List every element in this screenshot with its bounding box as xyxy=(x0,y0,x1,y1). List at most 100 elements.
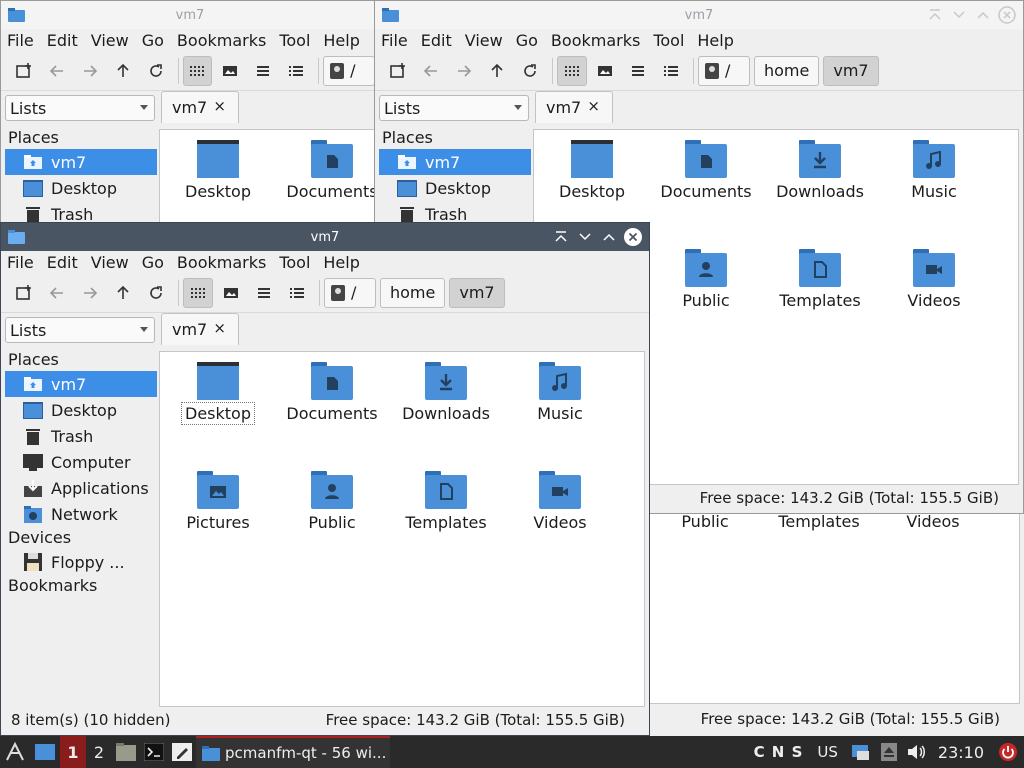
up-button[interactable] xyxy=(482,56,512,86)
menu-bookmarks[interactable]: Bookmarks xyxy=(177,253,266,272)
breadcrumb-home[interactable]: home xyxy=(754,55,820,86)
menu-tool[interactable]: Tool xyxy=(279,31,310,50)
file-manager-launcher[interactable] xyxy=(112,736,140,768)
menu-bookmarks[interactable]: Bookmarks xyxy=(551,31,640,50)
breadcrumb-current[interactable]: vm7 xyxy=(823,55,879,86)
detailed-view-button[interactable] xyxy=(656,56,686,86)
sidebar-item-vm7[interactable]: vm7 xyxy=(5,371,157,397)
file-item-desktop[interactable]: Desktop xyxy=(537,140,647,201)
folder-view[interactable]: Desktop Documents Downloads Music Pictur… xyxy=(159,351,645,707)
breadcrumb-root[interactable]: / xyxy=(323,55,376,86)
sidebar-item-vm7[interactable]: vm7 xyxy=(379,149,531,175)
menu-edit[interactable]: Edit xyxy=(421,31,452,50)
file-item-videos[interactable]: Videos xyxy=(505,471,615,532)
menu-tool[interactable]: Tool xyxy=(653,31,684,50)
sidebar-item-desktop[interactable]: Desktop xyxy=(379,175,531,201)
menu-go[interactable]: Go xyxy=(516,31,538,50)
side-pane-mode-select[interactable]: Lists xyxy=(5,317,155,343)
menu-help[interactable]: Help xyxy=(697,31,733,50)
up-button[interactable] xyxy=(108,278,138,308)
file-item-documents[interactable]: Documents xyxy=(277,140,379,201)
file-manager-window-back-left[interactable]: vm7 File Edit View Go Bookmarks Tool Hel… xyxy=(0,0,380,240)
notifications-tray[interactable] xyxy=(846,736,876,768)
forward-button[interactable] xyxy=(75,278,105,308)
compact-view-button[interactable] xyxy=(623,56,653,86)
sidebar-item-network[interactable]: Network xyxy=(5,501,157,527)
new-tab-button[interactable] xyxy=(9,56,39,86)
forward-button[interactable] xyxy=(449,56,479,86)
window-titlebar[interactable]: vm7 xyxy=(375,1,1023,29)
menu-view[interactable]: View xyxy=(465,31,503,50)
new-tab-button[interactable] xyxy=(9,278,39,308)
menu-edit[interactable]: Edit xyxy=(47,31,78,50)
thumbnail-view-button[interactable] xyxy=(590,56,620,86)
file-item-public[interactable]: Public xyxy=(277,471,387,532)
menu-view[interactable]: View xyxy=(91,31,129,50)
close-tab-icon[interactable]: × xyxy=(213,319,226,337)
reload-button[interactable] xyxy=(141,56,171,86)
menu-tool[interactable]: Tool xyxy=(279,253,310,272)
menu-file[interactable]: File xyxy=(7,253,34,272)
detailed-view-button[interactable] xyxy=(282,278,312,308)
close-tab-icon[interactable]: × xyxy=(587,97,600,115)
minimize-button[interactable] xyxy=(575,227,595,247)
file-item-documents[interactable]: Documents xyxy=(277,362,387,423)
close-tab-icon[interactable]: × xyxy=(213,97,226,115)
keep-above-button[interactable] xyxy=(925,5,945,25)
reload-button[interactable] xyxy=(515,56,545,86)
task-pcmanfm-qt[interactable]: pcmanfm-qt - 56 wi... xyxy=(196,736,390,768)
close-window-button[interactable] xyxy=(997,5,1017,25)
file-item-downloads[interactable]: Downloads xyxy=(765,140,875,201)
keyboard-layout[interactable]: US xyxy=(809,736,846,768)
up-button[interactable] xyxy=(108,56,138,86)
back-button[interactable] xyxy=(42,56,72,86)
clock[interactable]: 23:10 xyxy=(930,736,992,768)
file-manager-window-active[interactable]: vm7 File Edit View Go Bookmarks Tool Hel… xyxy=(0,222,650,736)
start-menu-button[interactable] xyxy=(0,736,30,768)
sidebar-item-desktop[interactable]: Desktop xyxy=(5,175,157,201)
reload-button[interactable] xyxy=(141,278,171,308)
breadcrumb-home[interactable]: home xyxy=(380,277,446,308)
icon-view-button[interactable] xyxy=(557,55,587,86)
file-item-documents[interactable]: Documents xyxy=(651,140,761,201)
power-button[interactable] xyxy=(992,736,1024,768)
window-titlebar[interactable]: vm7 xyxy=(1,1,379,29)
menu-edit[interactable]: Edit xyxy=(47,253,78,272)
close-window-button[interactable] xyxy=(623,227,643,247)
file-item-pictures[interactable]: Pictures xyxy=(163,471,273,532)
menu-help[interactable]: Help xyxy=(323,253,359,272)
sidebar-item-applications[interactable]: Applications xyxy=(5,475,157,501)
minimize-button[interactable] xyxy=(949,5,969,25)
removable-media-tray[interactable] xyxy=(876,736,902,768)
icon-view-button[interactable] xyxy=(182,55,213,86)
detailed-view-button[interactable] xyxy=(281,56,311,86)
text-editor-launcher[interactable] xyxy=(168,736,196,768)
menu-help[interactable]: Help xyxy=(323,31,359,50)
thumbnail-view-button[interactable] xyxy=(216,278,246,308)
tab-vm7[interactable]: vm7 × xyxy=(161,91,239,123)
menu-view[interactable]: View xyxy=(91,253,129,272)
file-item-downloads[interactable]: Downloads xyxy=(391,362,501,423)
forward-button[interactable] xyxy=(75,56,105,86)
new-tab-button[interactable] xyxy=(383,56,413,86)
menu-go[interactable]: Go xyxy=(142,31,164,50)
sidebar-item-desktop[interactable]: Desktop xyxy=(5,397,157,423)
file-item-videos[interactable]: Videos xyxy=(879,249,989,310)
breadcrumb-root[interactable]: / xyxy=(698,55,750,86)
thumbnail-view-button[interactable] xyxy=(215,56,245,86)
virtual-desktop-1[interactable]: 1 xyxy=(60,736,86,768)
file-item-music[interactable]: Music xyxy=(879,140,989,201)
maximize-button[interactable] xyxy=(599,227,619,247)
terminal-launcher[interactable] xyxy=(140,736,168,768)
sidebar-item-trash[interactable]: Trash xyxy=(5,423,157,449)
breadcrumb-current[interactable]: vm7 xyxy=(449,277,505,308)
keep-above-button[interactable] xyxy=(551,227,571,247)
show-desktop-button[interactable] xyxy=(30,736,60,768)
back-button[interactable] xyxy=(42,278,72,308)
file-item-desktop[interactable]: Desktop xyxy=(163,140,273,201)
tab-vm7[interactable]: vm7 × xyxy=(161,313,239,345)
file-item-desktop[interactable]: Desktop xyxy=(163,362,273,425)
keyboard-indicator[interactable]: C N S xyxy=(748,736,810,768)
compact-view-button[interactable] xyxy=(248,56,278,86)
window-titlebar[interactable]: vm7 xyxy=(1,223,649,251)
